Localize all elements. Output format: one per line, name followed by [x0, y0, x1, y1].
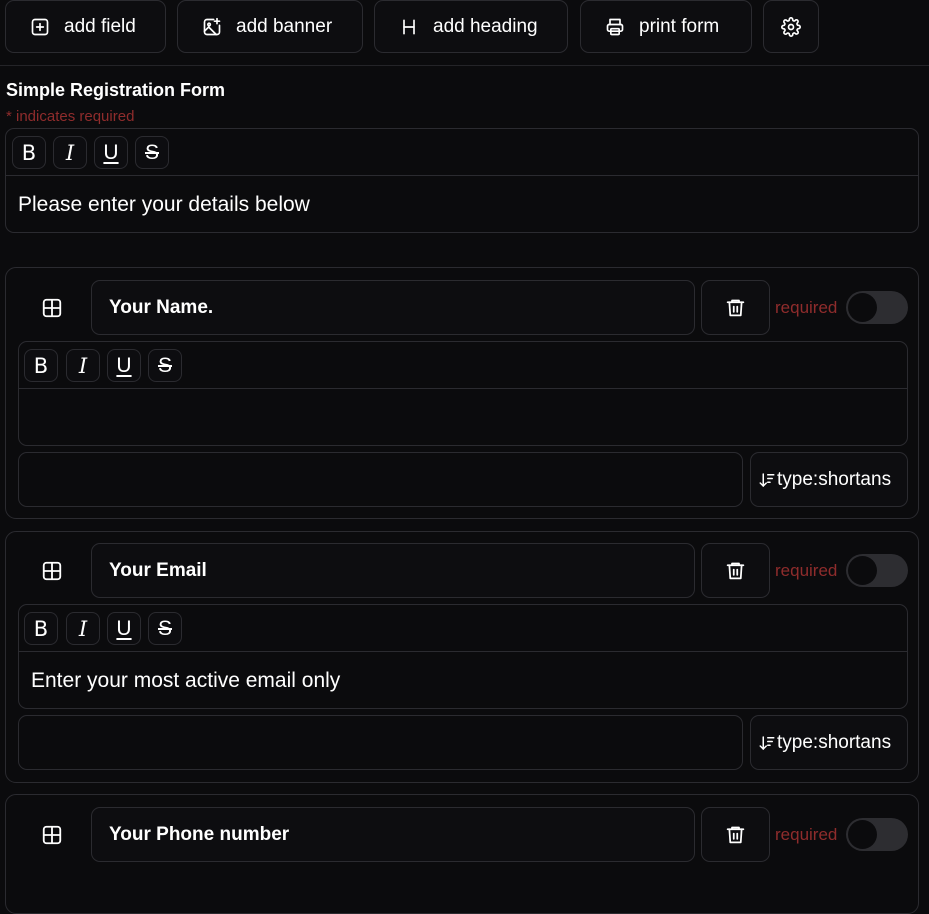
trash-icon: [725, 824, 746, 845]
gear-icon: [781, 16, 801, 37]
required-toggle[interactable]: [846, 554, 908, 587]
sort-down-icon: [758, 471, 777, 489]
add-heading-button[interactable]: add heading: [374, 0, 568, 53]
format-toolbar: B I U S: [6, 129, 918, 176]
field-type-button[interactable]: type:shortans: [750, 452, 908, 507]
grid-icon[interactable]: [41, 824, 63, 846]
italic-button[interactable]: I: [66, 612, 100, 645]
strikethrough-button[interactable]: S: [148, 349, 182, 382]
toggle-knob: [848, 820, 877, 849]
heading-icon: [399, 17, 419, 37]
required-label: required: [775, 561, 838, 580]
answer-preview-box[interactable]: [18, 715, 743, 770]
italic-button[interactable]: I: [53, 136, 87, 169]
add-field-button[interactable]: add field: [5, 0, 166, 53]
required-label: required: [775, 298, 838, 317]
delete-field-button[interactable]: [701, 280, 770, 335]
toolbar-divider: [0, 65, 929, 66]
form-description-editor[interactable]: B I U S Please enter your details below: [5, 128, 919, 233]
strikethrough-button[interactable]: S: [135, 136, 169, 169]
printer-icon: [605, 17, 625, 37]
format-toolbar: B I U S: [19, 342, 907, 389]
bold-button[interactable]: B: [12, 136, 46, 169]
field-type-label: type:shortans: [777, 731, 892, 753]
required-label: required: [775, 825, 838, 844]
settings-button[interactable]: [763, 0, 819, 53]
answer-preview-box[interactable]: [18, 452, 743, 507]
add-banner-label: add banner: [236, 15, 333, 37]
underline-button[interactable]: U: [107, 349, 141, 382]
bold-button[interactable]: B: [24, 612, 58, 645]
bold-button[interactable]: B: [24, 349, 58, 382]
field-description-editor[interactable]: B I U S Enter your most active email onl…: [18, 604, 908, 709]
image-plus-icon: [202, 17, 222, 37]
field-label-input[interactable]: Your Name.: [91, 280, 695, 335]
format-toolbar: B I U S: [19, 605, 907, 652]
italic-button[interactable]: I: [66, 349, 100, 382]
trash-icon: [725, 560, 746, 581]
print-form-label: print form: [639, 15, 720, 37]
field-label-input[interactable]: Your Phone number: [91, 807, 695, 862]
delete-field-button[interactable]: [701, 807, 770, 862]
underline-button[interactable]: U: [94, 136, 128, 169]
plus-square-icon: [30, 17, 50, 37]
field-card: Your Phone number required: [5, 794, 919, 914]
print-form-button[interactable]: print form: [580, 0, 752, 53]
form-description-text[interactable]: Please enter your details below: [18, 193, 310, 217]
field-card: Your Email required B I U S Enter your m…: [5, 531, 919, 783]
grid-icon[interactable]: [41, 560, 63, 582]
required-toggle[interactable]: [846, 291, 908, 324]
grid-icon[interactable]: [41, 297, 63, 319]
field-description-editor[interactable]: B I U S: [18, 341, 908, 446]
strikethrough-button[interactable]: S: [148, 612, 182, 645]
required-toggle[interactable]: [846, 818, 908, 851]
trash-icon: [725, 297, 746, 318]
toggle-knob: [848, 293, 877, 322]
add-heading-label: add heading: [433, 15, 538, 37]
required-note: * indicates required: [6, 108, 135, 125]
field-description-text[interactable]: Enter your most active email only: [31, 669, 340, 693]
underline-button[interactable]: U: [107, 612, 141, 645]
toggle-knob: [848, 556, 877, 585]
delete-field-button[interactable]: [701, 543, 770, 598]
field-type-label: type:shortans: [777, 468, 892, 490]
add-banner-button[interactable]: add banner: [177, 0, 363, 53]
field-type-button[interactable]: type:shortans: [750, 715, 908, 770]
field-card: Your Name. required B I U S type:shortan…: [5, 267, 919, 519]
sort-down-icon: [758, 734, 777, 752]
field-label-input[interactable]: Your Email: [91, 543, 695, 598]
form-title: Simple Registration Form: [6, 80, 226, 100]
add-field-label: add field: [64, 15, 136, 37]
